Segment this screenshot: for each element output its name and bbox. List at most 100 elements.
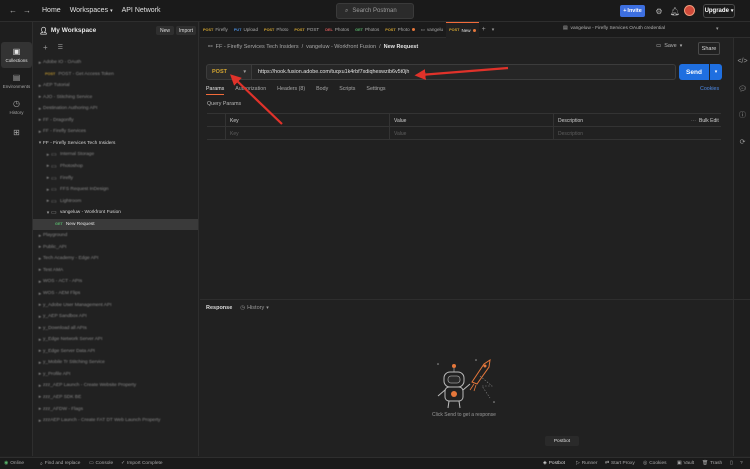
breadcrumb-current[interactable]: New Request bbox=[384, 44, 419, 50]
trash-button[interactable]: 🗑︎ Trash bbox=[702, 461, 722, 466]
collection-item[interactable]: ▸ Public_API bbox=[33, 242, 198, 253]
collection-item[interactable]: ▸ zzzAEP Launch - Create FAT DT Web Launc… bbox=[33, 415, 198, 426]
rail-flows[interactable]: ⊞ bbox=[1, 120, 32, 146]
console-button[interactable]: ▭ Console bbox=[89, 461, 113, 466]
rail-history[interactable]: ◷ History bbox=[1, 94, 32, 120]
code-icon[interactable]: </> bbox=[737, 56, 748, 67]
tab-scripts[interactable]: Scripts bbox=[339, 86, 355, 95]
info-icon[interactable]: ⓘ bbox=[737, 109, 748, 120]
collection-item[interactable]: ▸ WOS - ACT - APIs bbox=[33, 276, 198, 287]
collection-item[interactable]: ▸ y_Edge Server Data API bbox=[33, 346, 198, 357]
send-button[interactable]: Send bbox=[679, 64, 709, 80]
collection-item[interactable]: ▸ y_Adobe User Management API bbox=[33, 300, 198, 311]
request-tab[interactable]: DEL Photos bbox=[322, 22, 352, 38]
collection-item[interactable]: ▸ AJO - Stitching Service bbox=[33, 92, 198, 103]
help-icon[interactable]: ? bbox=[740, 461, 743, 466]
api-network-link[interactable]: API Network bbox=[122, 7, 161, 14]
tab-authorization[interactable]: Authorization bbox=[235, 86, 266, 95]
request-item[interactable]: POST POST - Get Access Token bbox=[33, 69, 198, 80]
collection-item[interactable]: ▸ zzz_AEP SDK BE bbox=[33, 392, 198, 403]
method-select[interactable]: POST ▾ bbox=[206, 64, 252, 80]
send-options-chevron-icon[interactable]: ▾ bbox=[710, 64, 722, 80]
request-tab[interactable]: POST Firefly bbox=[200, 22, 231, 38]
statusbar-cookies[interactable]: ◎ Cookies bbox=[643, 461, 667, 466]
workspace-header[interactable]: 👤︎ My Workspace bbox=[33, 22, 198, 39]
find-replace-button[interactable]: ⌕ Find and replace bbox=[40, 461, 80, 467]
collection-item[interactable]: ▸ Playground bbox=[33, 230, 198, 241]
collection-item[interactable]: ▸ Adobe IO - OAuth bbox=[33, 57, 198, 68]
environment-chevron-icon[interactable]: ▾ bbox=[716, 26, 719, 32]
tab-body[interactable]: Body bbox=[316, 86, 328, 95]
breadcrumb-collection[interactable]: FF - Firefly Services Tech Insiders bbox=[216, 44, 299, 50]
add-icon[interactable]: + bbox=[43, 43, 48, 52]
request-item[interactable]: GET New Request bbox=[33, 218, 198, 230]
forward-arrow-icon[interactable]: → bbox=[20, 4, 34, 18]
key-field[interactable]: Key bbox=[225, 127, 389, 140]
workspaces-menu[interactable]: Workspaces ▾ bbox=[70, 7, 113, 14]
runner-button[interactable]: ▷ Runner bbox=[576, 461, 597, 466]
request-tab[interactable]: POST Photo bbox=[382, 22, 417, 38]
collection-item[interactable]: ▸ FF - Firefly Services bbox=[33, 126, 198, 137]
collection-item[interactable]: ▸ WOS - AEM Flips bbox=[33, 288, 198, 299]
history-dropdown[interactable]: ◷ History ▾ bbox=[240, 305, 268, 311]
postbot-button[interactable]: Postbot bbox=[545, 436, 579, 446]
tab-overflow-chevron-icon[interactable]: ▾ bbox=[492, 27, 495, 33]
search-input[interactable]: ⌕ Search Postman bbox=[336, 3, 414, 19]
invite-button[interactable]: + Invite bbox=[620, 5, 645, 17]
bulk-edit-link[interactable]: Bulk Edit bbox=[699, 118, 719, 124]
collection-item[interactable]: ▸ ▭ FFS Request InDesign bbox=[33, 184, 198, 195]
notification-bell-icon[interactable]: 🔔︎ bbox=[668, 4, 682, 18]
more-icon[interactable]: ⋯ bbox=[691, 118, 696, 124]
collection-item[interactable]: ▸ y_Mobile Tr Stitching Service bbox=[33, 357, 198, 368]
url-input[interactable]: https://hook.fusion.adobe.com/tuqxu1k4rb… bbox=[252, 64, 676, 80]
request-tab[interactable]: PUT Upload bbox=[231, 22, 261, 38]
collection-item[interactable]: ▸ ▭ Firefly bbox=[33, 173, 198, 184]
collection-item[interactable]: ▸ y_Download all APIs bbox=[33, 323, 198, 334]
tab-headers[interactable]: Headers (8) bbox=[277, 86, 305, 95]
statusbar-postbot[interactable]: ◈ Postbot bbox=[543, 461, 565, 466]
avatar[interactable] bbox=[684, 5, 695, 16]
environment-selector[interactable]: ▤ vangeluw - Firefly Services OAuth cred… bbox=[563, 26, 665, 31]
request-tab[interactable]: ▭ vangelu bbox=[418, 22, 446, 38]
home-link[interactable]: Home bbox=[42, 7, 61, 14]
request-tab[interactable]: GET Photos bbox=[352, 22, 382, 38]
cookies-link[interactable]: Cookies bbox=[700, 86, 719, 92]
breadcrumb-folder[interactable]: vangeluw - Workfront Fusion bbox=[306, 44, 376, 50]
collection-item[interactable]: ▸ zzz_AEP Launch - Create Website Propert… bbox=[33, 380, 198, 391]
comments-icon[interactable]: 💬︎ bbox=[737, 83, 748, 94]
tab-settings[interactable]: Settings bbox=[366, 86, 385, 95]
import-button[interactable]: Import bbox=[176, 26, 196, 35]
collection-item[interactable]: ▸ Destination Authoring API bbox=[33, 103, 198, 114]
collection-item[interactable]: ▸ zzz_AFDW - Flags bbox=[33, 404, 198, 415]
row-checkbox[interactable] bbox=[207, 127, 225, 140]
collection-item[interactable]: ▸ ▭ Photoshop bbox=[33, 161, 198, 172]
collection-item[interactable]: ▸ AEP Tutorial bbox=[33, 80, 198, 91]
start-proxy-button[interactable]: ⇄ Start Proxy bbox=[605, 461, 635, 466]
new-button[interactable]: New bbox=[156, 26, 174, 35]
collection-item[interactable]: ▸ Tech Academy - Edge API bbox=[33, 253, 198, 264]
value-field[interactable]: Value bbox=[389, 127, 553, 140]
upgrade-button[interactable]: Upgrade ▾ bbox=[703, 4, 735, 18]
vault-button[interactable]: ▣ Vault bbox=[677, 461, 694, 466]
rail-collections[interactable]: ▣ Collections bbox=[1, 42, 32, 68]
request-tab[interactable]: POST Photo bbox=[261, 22, 291, 38]
request-tab[interactable]: POST POST bbox=[291, 22, 322, 38]
collection-item[interactable]: ▸ Test AMA bbox=[33, 265, 198, 276]
collection-item[interactable]: ▸ ▭ Internal Storage bbox=[33, 149, 198, 160]
collection-item[interactable]: ▾ ▭ vangeluw - Workfront Fusion bbox=[33, 207, 198, 218]
layout-toggle-icon[interactable]: ▯ bbox=[730, 461, 733, 466]
save-button[interactable]: ▭ Save ▾ bbox=[656, 43, 682, 49]
settings-gear-icon[interactable]: ⚙ bbox=[652, 4, 666, 18]
related-icon[interactable]: ⟳ bbox=[737, 136, 748, 147]
request-tab[interactable]: POST New bbox=[446, 21, 479, 38]
online-status[interactable]: ◉ Online bbox=[4, 461, 24, 466]
collection-item[interactable]: ▸ FF - Dragonfly bbox=[33, 115, 198, 126]
collection-item[interactable]: ▸ y_Profile API bbox=[33, 369, 198, 380]
collection-item[interactable]: ▸ y_Edge Network Server API bbox=[33, 334, 198, 345]
collection-item[interactable]: ▸ ▭ Lightroom bbox=[33, 196, 198, 207]
collection-item[interactable]: ▾ FF - Firefly Services Tech Insiders bbox=[33, 138, 198, 149]
add-tab-icon[interactable]: + bbox=[482, 26, 486, 33]
back-arrow-icon[interactable]: ← bbox=[6, 4, 20, 18]
collection-item[interactable]: ▸ y_AEP Sandbox API bbox=[33, 311, 198, 322]
rail-environments[interactable]: ▤ Environments bbox=[1, 68, 32, 94]
